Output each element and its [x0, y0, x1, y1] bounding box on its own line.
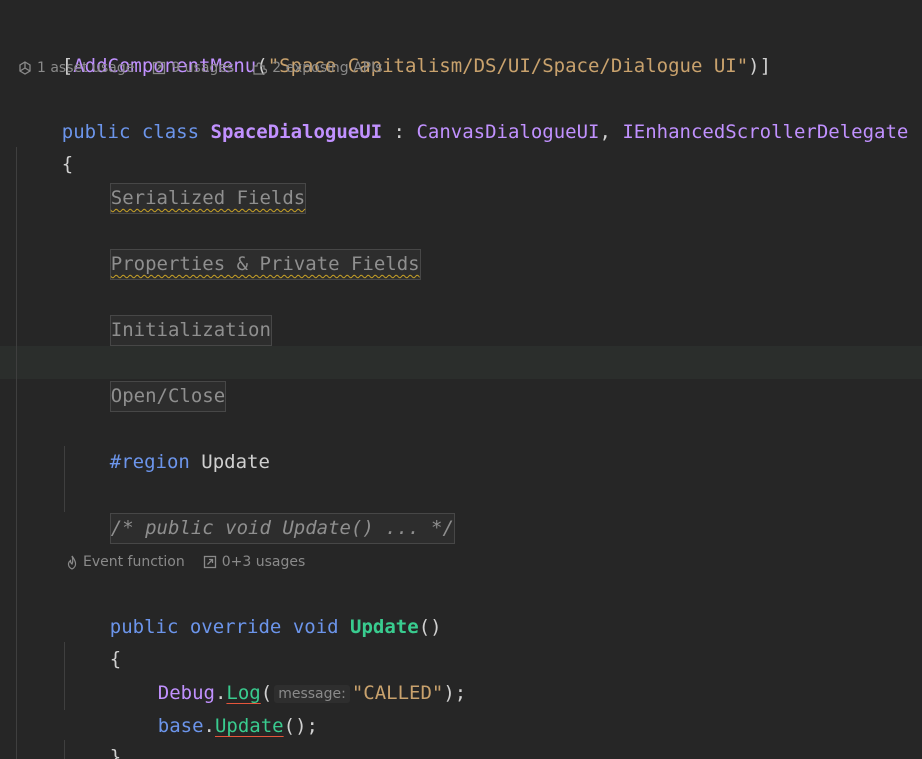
statement-end: ); [443, 682, 467, 704]
code-line-method-declaration[interactable]: public override void Update() [64, 578, 442, 638]
unity-asset-icon [19, 61, 31, 75]
region-keyword: #region [109, 451, 190, 473]
folded-region-initialization[interactable]: Initialization [109, 315, 272, 346]
method-codevision-hints: Event function 0+3 usages [66, 552, 317, 572]
puzzle-icon [253, 62, 268, 75]
keyword-void: void [292, 616, 339, 638]
keyword-override: override [189, 616, 282, 638]
usages-text: 9 usages [171, 60, 235, 76]
folded-comment-block[interactable]: /* public void Update() ... */ [109, 513, 455, 544]
update-method-call[interactable]: Update [215, 715, 284, 737]
code-line-debug-log[interactable]: Debug.Log(message: "CALLED"); [112, 644, 466, 704]
inherit-colon: : [382, 121, 417, 143]
usages-hint[interactable]: 9 usages [152, 60, 234, 76]
class-name[interactable]: SpaceDialogueUI [211, 121, 383, 143]
base-class-name[interactable]: CanvasDialogueUI [416, 121, 599, 143]
method-usages-hint[interactable]: 0+3 usages [203, 554, 306, 570]
code-line-region-initialization[interactable]: Initialization [64, 281, 272, 346]
asset-usage-text: 1 asset usage [37, 60, 135, 76]
class-codevision-hints: 1 asset usage 9 usages 2 exposing APIs [18, 58, 395, 78]
code-line-attribute[interactable]: [AddComponentMenu("Space Capitalism/DS/U… [16, 17, 771, 77]
code-editor[interactable]: [AddComponentMenu("Space Capitalism/DS/U… [0, 0, 922, 759]
keyword-class: class [141, 121, 200, 143]
code-line-brace-open[interactable]: { [16, 115, 73, 175]
code-line-region-properties[interactable]: Properties & Private Fields [64, 215, 421, 280]
method-name[interactable]: Update [350, 616, 419, 638]
method-usages-text: 0+3 usages [221, 554, 306, 570]
code-line-region-open-close[interactable]: Open/Close [64, 347, 227, 412]
code-line-folded-comment[interactable]: /* public void Update() ... */ [64, 479, 455, 544]
code-line-class-declaration[interactable]: public class SpaceDialogueUI : CanvasDia… [16, 83, 909, 143]
interface-name[interactable]: IEnhancedScrollerDelegate [622, 121, 908, 143]
asset-usage-hint[interactable]: 1 asset usage [18, 60, 134, 76]
inherit-comma: , [599, 121, 623, 143]
usages-arrow-icon [153, 61, 166, 75]
method-close-brace: } [109, 746, 122, 759]
exposing-apis-hint[interactable]: 2 exposing APIs [252, 60, 383, 76]
code-line-base-update[interactable]: base.Update(); [112, 677, 318, 737]
event-function-hint[interactable]: Event function [66, 554, 185, 570]
log-string-argument: "CALLED" [351, 682, 444, 704]
folded-region-serialized-fields[interactable]: Serialized Fields [109, 183, 307, 214]
event-function-text: Event function [83, 554, 185, 570]
folded-region-open-close[interactable]: Open/Close [109, 381, 227, 412]
code-line-method-brace-close[interactable]: } [64, 708, 121, 759]
usages-arrow-icon [203, 555, 216, 569]
folded-region-properties[interactable]: Properties & Private Fields [109, 249, 421, 280]
region-name: Update [201, 451, 270, 473]
method-parens: () [418, 616, 442, 638]
exposing-apis-text: 2 exposing APIs [272, 60, 383, 76]
code-line-method-brace-open[interactable]: { [64, 610, 121, 670]
keyword-base: base [157, 715, 204, 737]
code-line-region-serialized[interactable]: Serialized Fields [64, 149, 307, 214]
attribute-close: )] [748, 55, 772, 77]
indent-guide [16, 147, 17, 759]
code-line-region-update[interactable]: #region Update [64, 413, 270, 473]
member-dot: . [203, 715, 215, 737]
flame-icon [67, 555, 77, 570]
statement-end: (); [283, 715, 318, 737]
